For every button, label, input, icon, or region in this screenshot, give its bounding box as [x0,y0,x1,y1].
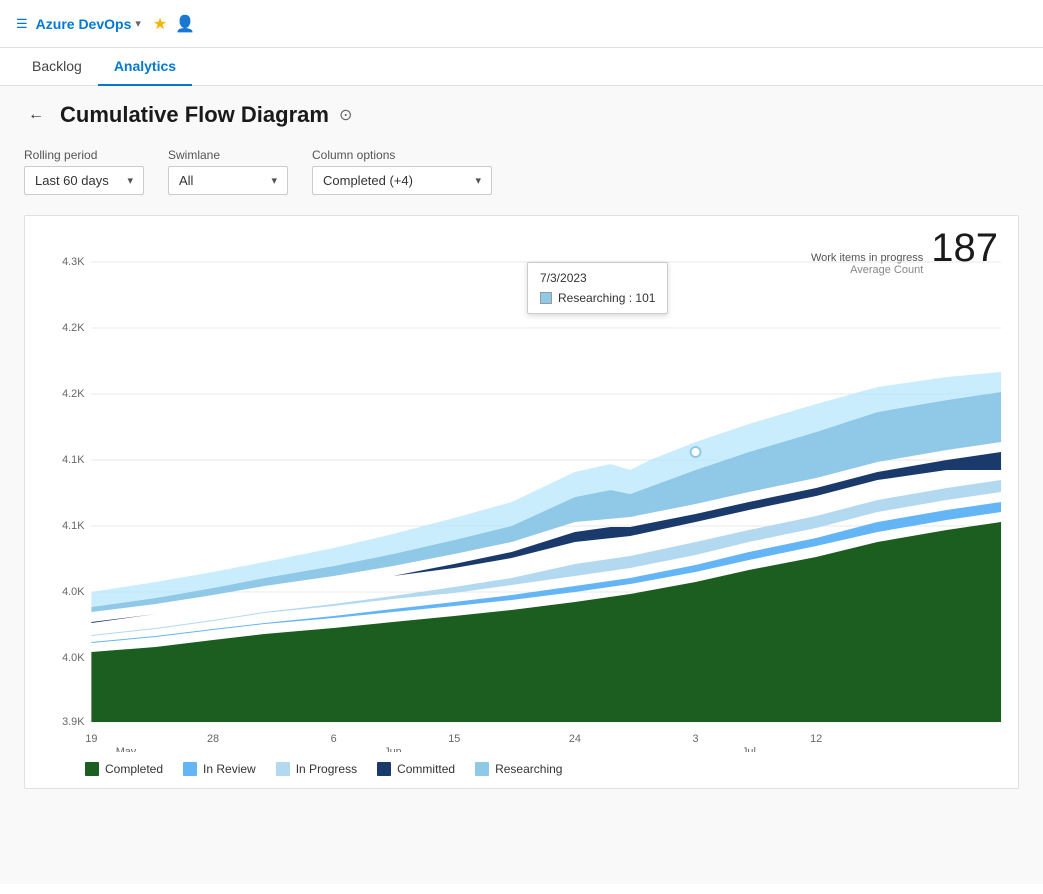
app-chevron-icon[interactable]: ▾ [135,17,141,30]
svg-text:May: May [116,746,137,752]
legend-completed: Completed [85,762,163,776]
svg-text:4.1K: 4.1K [62,454,85,466]
chart-area[interactable]: 4.3K 4.2K 4.2K 4.1K 4.1K 4.0K 4.0K 3.9K [37,232,1006,752]
column-options-control: Column options Completed (+4) ▾ [312,148,492,195]
back-button[interactable]: ← [24,102,48,128]
swimlane-label: Swimlane [168,148,288,162]
legend-researching-label: Researching [495,762,562,776]
legend-committed: Committed [377,762,455,776]
controls-row: Rolling period Last 60 days ▾ Swimlane A… [24,148,1019,195]
devops-icon: ☰ [16,16,28,32]
swimlane-value: All [179,173,193,188]
swimlane-control: Swimlane All ▾ [168,148,288,195]
svg-text:3.9K: 3.9K [62,716,85,728]
svg-text:12: 12 [810,733,822,745]
legend-researching: Researching [475,762,562,776]
svg-text:4.0K: 4.0K [62,586,85,598]
svg-text:24: 24 [569,733,581,745]
swimlane-select[interactable]: All ▾ [168,166,288,195]
svg-text:15: 15 [448,733,460,745]
svg-text:6: 6 [331,733,337,745]
legend-researching-swatch [475,762,489,776]
rolling-period-chevron-icon: ▾ [127,174,133,187]
svg-text:4.2K: 4.2K [62,388,85,400]
svg-text:4.0K: 4.0K [62,652,85,664]
svg-text:Jun: Jun [384,746,402,752]
legend-committed-swatch [377,762,391,776]
swimlane-chevron-icon: ▾ [271,174,277,187]
column-options-chevron-icon: ▾ [475,174,481,187]
app-header: ☰ Azure DevOps ▾ ★ 👤 [0,0,1043,48]
help-icon[interactable]: ⊙ [339,105,352,125]
column-options-select[interactable]: Completed (+4) ▾ [312,166,492,195]
legend-in-review-label: In Review [203,762,256,776]
legend-in-progress: In Progress [276,762,357,776]
rolling-period-label: Rolling period [24,148,144,162]
page-content: ← Cumulative Flow Diagram ⊙ Rolling peri… [0,86,1043,884]
favorite-icon[interactable]: ★ [153,14,167,34]
tab-analytics[interactable]: Analytics [98,48,192,86]
app-name[interactable]: Azure DevOps [36,16,132,32]
svg-text:3: 3 [693,733,699,745]
rolling-period-control: Rolling period Last 60 days ▾ [24,148,144,195]
legend-completed-swatch [85,762,99,776]
svg-text:28: 28 [207,733,219,745]
svg-text:19: 19 [85,733,97,745]
tab-backlog[interactable]: Backlog [16,48,98,86]
legend-in-review: In Review [183,762,256,776]
people-icon[interactable]: 👤 [175,14,195,34]
legend-completed-label: Completed [105,762,163,776]
legend-in-progress-label: In Progress [296,762,357,776]
title-row: ← Cumulative Flow Diagram ⊙ [24,102,1019,128]
rolling-period-select[interactable]: Last 60 days ▾ [24,166,144,195]
nav-bar: Backlog Analytics [0,48,1043,86]
svg-text:4.2K: 4.2K [62,322,85,334]
chart-svg: 4.3K 4.2K 4.2K 4.1K 4.1K 4.0K 4.0K 3.9K [37,232,1006,752]
legend-in-progress-swatch [276,762,290,776]
column-options-label: Column options [312,148,492,162]
svg-text:4.3K: 4.3K [62,256,85,268]
chart-container: Work items in progress Average Count 187 [24,215,1019,789]
legend-in-review-swatch [183,762,197,776]
svg-text:Jul: Jul [742,746,756,752]
svg-text:4.1K: 4.1K [62,520,85,532]
legend-committed-label: Committed [397,762,455,776]
column-options-value: Completed (+4) [323,173,413,188]
chart-legend: Completed In Review In Progress Committe… [37,762,1006,776]
page-title: Cumulative Flow Diagram [60,102,329,128]
rolling-period-value: Last 60 days [35,173,109,188]
